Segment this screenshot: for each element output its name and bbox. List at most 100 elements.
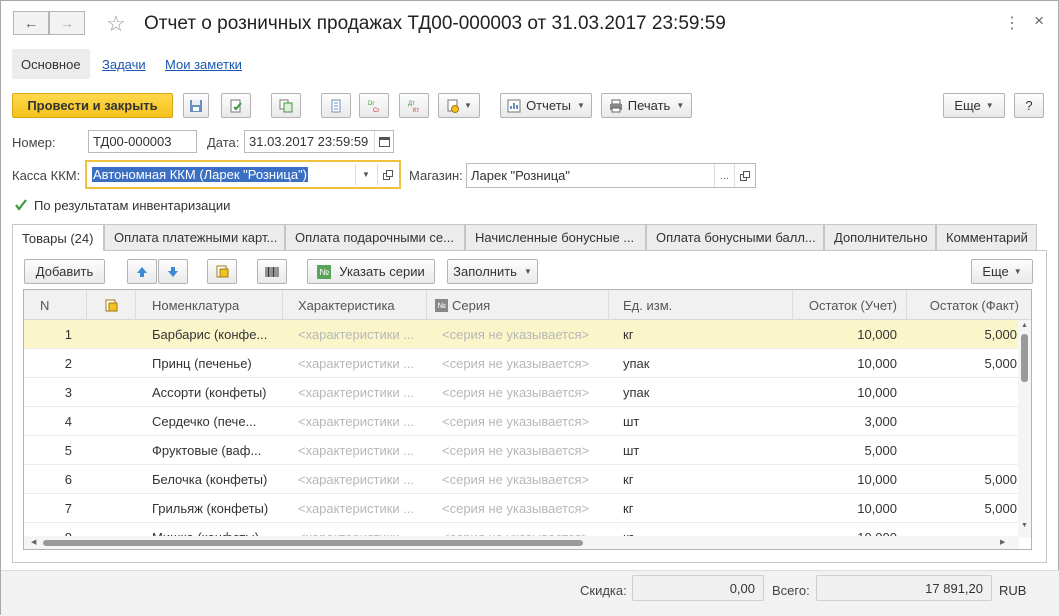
table-row[interactable]: 1 Барбарис (конфе... <характеристики ... <с…: [24, 320, 1019, 349]
col-unit[interactable]: Ед. изм.: [609, 290, 793, 320]
set-series-button[interactable]: № Указать серии: [307, 259, 435, 284]
pick-button[interactable]: [207, 259, 237, 284]
move-up-button[interactable]: [127, 259, 157, 284]
cell-fact[interactable]: 5,000: [907, 320, 1017, 349]
fill-button[interactable]: Заполнить ▼: [447, 259, 538, 284]
cell-series[interactable]: <серия не указывается>: [442, 320, 606, 349]
cell-char[interactable]: <характеристики ...: [298, 436, 424, 465]
horizontal-scroll-thumb[interactable]: [43, 540, 583, 546]
cell-char[interactable]: <характеристики ...: [298, 465, 424, 494]
cell-acc[interactable]: 3,000: [793, 407, 897, 436]
list-button[interactable]: [321, 93, 351, 118]
cell-fact[interactable]: 5,000: [907, 349, 1017, 378]
cell-char[interactable]: <характеристики ...: [298, 378, 424, 407]
add-button[interactable]: Добавить: [24, 259, 105, 284]
scroll-down-icon[interactable]: ▼: [1021, 522, 1028, 529]
tab-gift-payments[interactable]: Оплата подарочными се...: [285, 224, 465, 250]
cell-fact[interactable]: [907, 436, 1017, 465]
cell-series[interactable]: <серия не указывается>: [442, 465, 606, 494]
col-stock-fact[interactable]: Остаток (Факт): [907, 290, 1019, 320]
close-icon[interactable]: ×: [1034, 11, 1044, 31]
cell-char[interactable]: <характеристики ...: [298, 494, 424, 523]
reports-button[interactable]: Отчеты ▼: [500, 93, 592, 118]
cell-char[interactable]: <характеристики ...: [298, 320, 424, 349]
cell-fact[interactable]: 5,000: [907, 465, 1017, 494]
cell-item[interactable]: Сердечко (пече...: [152, 407, 280, 436]
move-down-button[interactable]: [158, 259, 188, 284]
post-button[interactable]: [221, 93, 251, 118]
tab-notes[interactable]: Мои заметки: [165, 57, 242, 72]
cell-item[interactable]: Белочка (конфеты): [152, 465, 280, 494]
dt-kt-button[interactable]: Дт Кт: [399, 93, 429, 118]
vertical-scrollbar[interactable]: ▲ ▼: [1018, 320, 1031, 538]
cell-n[interactable]: 2: [24, 349, 72, 378]
date-input[interactable]: 31.03.2017 23:59:59: [244, 130, 394, 153]
cell-series[interactable]: <серия не указывается>: [442, 378, 606, 407]
cell-char[interactable]: <характеристики ...: [298, 407, 424, 436]
tab-comment[interactable]: Комментарий: [936, 224, 1037, 250]
table-row[interactable]: 5 Фруктовые (ваф... <характеристики ... <се…: [24, 436, 1019, 465]
cell-unit[interactable]: шт: [623, 407, 703, 436]
copy-button[interactable]: [271, 93, 301, 118]
cell-item[interactable]: Принц (печенье): [152, 349, 280, 378]
more-button[interactable]: Еще ▼: [943, 93, 1005, 118]
table-row[interactable]: 3 Ассорти (конфеты) <характеристики ... <се…: [24, 378, 1019, 407]
cell-item[interactable]: Ассорти (конфеты): [152, 378, 280, 407]
number-input[interactable]: ТД00-000003: [88, 130, 197, 153]
col-item[interactable]: Номенклатура: [136, 290, 283, 320]
tab-additional[interactable]: Дополнительно: [824, 224, 936, 250]
cell-acc[interactable]: 10,000: [793, 378, 897, 407]
cell-item[interactable]: Барбарис (конфе...: [152, 320, 280, 349]
inventory-checkbox[interactable]: [13, 197, 28, 212]
cell-series[interactable]: <серия не указывается>: [442, 349, 606, 378]
cell-n[interactable]: 4: [24, 407, 72, 436]
print-button[interactable]: Печать ▼: [601, 93, 692, 118]
cell-n[interactable]: 1: [24, 320, 72, 349]
cell-item[interactable]: Фруктовые (ваф...: [152, 436, 280, 465]
cell-unit[interactable]: шт: [623, 436, 703, 465]
cell-fact[interactable]: [907, 378, 1017, 407]
favorite-star-icon[interactable]: ☆: [106, 11, 126, 37]
help-button[interactable]: ?: [1014, 93, 1044, 118]
cell-unit[interactable]: упак: [623, 349, 703, 378]
cell-char[interactable]: <характеристики ...: [298, 349, 424, 378]
cell-fact[interactable]: [907, 407, 1017, 436]
col-series[interactable]: № Серия: [427, 290, 609, 320]
col-stock-accounting[interactable]: Остаток (Учет): [793, 290, 907, 320]
more-menu-icon[interactable]: ⋮: [1004, 13, 1020, 33]
save-button[interactable]: [183, 93, 209, 118]
cell-series[interactable]: <серия не указывается>: [442, 407, 606, 436]
cell-fact[interactable]: 5,000: [907, 494, 1017, 523]
tab-tasks[interactable]: Задачи: [102, 57, 146, 72]
tab-bonus-payments[interactable]: Оплата бонусными балл...: [646, 224, 824, 250]
tab-card-payments[interactable]: Оплата платежными карт...: [104, 224, 285, 250]
structure-dropdown-button[interactable]: ▼: [438, 93, 480, 118]
cell-acc[interactable]: 10,000: [793, 349, 897, 378]
cell-unit[interactable]: кг: [623, 320, 703, 349]
scroll-up-icon[interactable]: ▲: [1021, 322, 1028, 329]
scroll-left-icon[interactable]: ◀: [31, 538, 36, 546]
cell-series[interactable]: <серия не указывается>: [442, 436, 606, 465]
col-n[interactable]: N: [24, 290, 87, 320]
table-row[interactable]: 6 Белочка (конфеты) <характеристики ... <се…: [24, 465, 1019, 494]
cell-unit[interactable]: кг: [623, 494, 703, 523]
cell-n[interactable]: 5: [24, 436, 72, 465]
cell-n[interactable]: 6: [24, 465, 72, 494]
cell-acc[interactable]: 10,000: [793, 494, 897, 523]
cell-unit[interactable]: кг: [623, 465, 703, 494]
cell-acc[interactable]: 10,000: [793, 320, 897, 349]
cell-n[interactable]: 7: [24, 494, 72, 523]
kkm-input[interactable]: Автономная ККМ (Ларек "Розница"): [85, 160, 401, 189]
store-open-button[interactable]: [734, 164, 755, 187]
tab-goods[interactable]: Товары (24): [12, 224, 104, 251]
cell-unit[interactable]: упак: [623, 378, 703, 407]
vertical-scroll-thumb[interactable]: [1021, 334, 1028, 382]
table-row[interactable]: 2 Принц (печенье) <характеристики ... <сери…: [24, 349, 1019, 378]
col-characteristic[interactable]: Характеристика: [283, 290, 427, 320]
table-row[interactable]: 4 Сердечко (пече... <характеристики ... <се…: [24, 407, 1019, 436]
col-pick[interactable]: [87, 290, 136, 320]
back-button[interactable]: ←: [13, 11, 49, 35]
table-row[interactable]: 7 Грильяж (конфеты) <характеристики ... <се…: [24, 494, 1019, 523]
grid-more-button[interactable]: Еще ▼: [971, 259, 1033, 284]
tab-main[interactable]: Основное: [12, 49, 90, 79]
